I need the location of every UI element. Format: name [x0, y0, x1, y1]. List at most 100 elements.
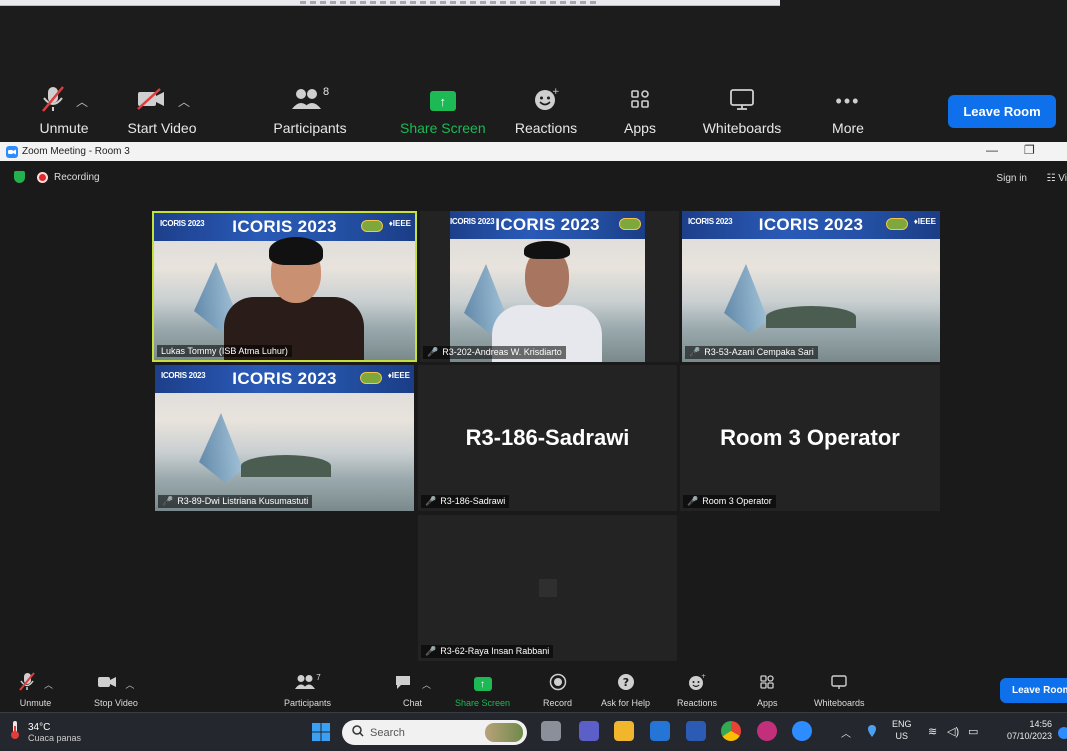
participants-button[interactable]: 7 Participants	[284, 673, 331, 708]
taskbar-search-box[interactable]: Search	[342, 720, 527, 745]
wifi-icon[interactable]: ≋	[928, 725, 937, 738]
video-tile[interactable]: Room 3 Operator 🎤 Room 3 Operator	[680, 365, 940, 511]
outer-shared-content-strip	[0, 0, 780, 6]
chrome-icon[interactable]	[721, 721, 741, 741]
share-screen-button[interactable]: ↑ Share Screen	[455, 673, 510, 708]
participants-icon	[294, 674, 316, 695]
svg-text:+: +	[701, 673, 706, 680]
recording-indicator: Recording	[14, 171, 100, 183]
participant-name-text: R3-202-Andreas W. Krisdiarto	[442, 347, 562, 357]
show-hidden-icons-chevron-icon[interactable]: ︿	[841, 725, 851, 740]
participants-icon	[291, 88, 321, 115]
meeting-gallery: Recording Sign in ☷ Vi ICORIS 2023 ICORI…	[0, 161, 1067, 670]
muted-mic-icon: 🎤	[425, 496, 437, 506]
outer-reactions-button[interactable]: + Reactions	[514, 86, 578, 137]
keyboard-layout: US	[895, 731, 909, 741]
video-camera-icon	[97, 675, 117, 694]
outer-start-video-button[interactable]: ︿ Start Video	[122, 86, 202, 136]
banner-title: ICORIS 2023	[495, 215, 600, 234]
outer-apps-label: Apps	[624, 120, 656, 136]
recording-label: Recording	[54, 171, 100, 183]
apps-button[interactable]: Apps	[757, 673, 778, 708]
outer-more-button[interactable]: ••• More	[826, 86, 870, 137]
language-indicator[interactable]: ENG US	[892, 718, 912, 742]
app-icon[interactable]	[757, 721, 777, 741]
clock[interactable]: 14:56 07/10/2023	[996, 718, 1052, 742]
whiteboards-button[interactable]: Whiteboards	[814, 673, 865, 708]
participant-name-text: Room 3 Operator	[702, 496, 772, 506]
outer-more-label: More	[832, 120, 864, 136]
outer-reactions-label: Reactions	[514, 120, 578, 136]
volume-icon[interactable]: ◁)	[947, 725, 959, 738]
video-tile[interactable]: 🎤 R3-62-Raya Insan Rabbani	[418, 515, 677, 661]
record-icon	[549, 673, 567, 696]
participant-name-text: R3-62-Raya Insan Rabbani	[440, 646, 550, 656]
event-banner: ICORIS 2023 ICORIS 2023 ♦IEEE	[154, 213, 415, 241]
participant-big-name: R3-186-Sadrawi	[465, 425, 630, 450]
battery-icon[interactable]: ▭	[968, 725, 978, 738]
ask-for-help-button[interactable]: ? Ask for Help	[601, 673, 650, 708]
maximize-button[interactable]: ❐	[1024, 143, 1035, 157]
windows-start-icon[interactable]	[312, 723, 330, 746]
video-tile[interactable]: ICORIS 2023 ICORIS 2023 🎤 R3-202-Andreas …	[420, 211, 679, 362]
outer-unmute-button[interactable]: ︿ Unmute	[24, 85, 104, 136]
chevron-up-icon[interactable]: ︿	[125, 678, 134, 691]
notification-icon[interactable]	[1058, 727, 1067, 739]
video-placeholder-icon	[538, 579, 557, 597]
whiteboard-icon	[830, 674, 848, 695]
participant-big-name: Room 3 Operator	[720, 425, 900, 450]
weather-widget[interactable]: 34°C Cuaca panas	[8, 720, 81, 745]
stop-video-button[interactable]: ︿ Stop Video	[94, 673, 138, 708]
microsoft-store-icon[interactable]	[650, 721, 670, 741]
task-view-icon[interactable]	[541, 721, 561, 741]
apps-label: Apps	[757, 698, 778, 708]
word-icon[interactable]	[686, 721, 706, 741]
minimize-button[interactable]: —	[986, 143, 998, 157]
outer-share-screen-button[interactable]: ↑ Share Screen	[400, 86, 486, 136]
smiley-plus-icon: +	[533, 86, 560, 117]
search-placeholder: Search	[370, 726, 405, 739]
participant-name: 🎤 R3-89-Dwi Listriana Kusumastuti	[158, 495, 313, 508]
location-pin-icon[interactable]	[868, 724, 876, 742]
video-tile-active-speaker[interactable]: ICORIS 2023 ICORIS 2023 ♦IEEE Lukas Tomm…	[152, 211, 417, 362]
chevron-up-icon[interactable]: ︿	[76, 93, 88, 110]
muted-mic-icon: 🎤	[162, 496, 174, 506]
help-question-icon: ?	[617, 673, 635, 696]
chevron-up-icon[interactable]: ︿	[44, 678, 53, 691]
ieee-logo: ♦IEEE	[387, 371, 410, 380]
participants-label: Participants	[284, 698, 332, 708]
outer-whiteboards-button[interactable]: Whiteboards	[700, 86, 784, 136]
garland-logo-icon	[360, 372, 382, 384]
unmute-label: Unmute	[19, 698, 52, 708]
file-explorer-icon[interactable]	[614, 721, 634, 741]
view-label: Vi	[1058, 173, 1067, 184]
teams-chat-icon[interactable]	[579, 721, 599, 741]
weather-description: Cuaca panas	[28, 732, 82, 743]
zoom-app-icon[interactable]	[792, 721, 812, 741]
reactions-button[interactable]: + Reactions	[677, 673, 717, 709]
video-tile[interactable]: ICORIS 2023 ICORIS 2023 ♦IEEE 🎤 R3-53-Aza…	[682, 211, 940, 362]
chat-button[interactable]: ︿ Chat	[394, 673, 431, 708]
weather-temperature: 34°C	[28, 721, 51, 733]
video-tile[interactable]: ICORIS 2023 ICORIS 2023 ♦IEEE 🎤 R3-89-Dwi…	[155, 365, 414, 511]
island-image	[766, 306, 856, 328]
chevron-up-icon[interactable]: ︿	[178, 93, 190, 110]
ieee-logo: ♦IEEE	[913, 217, 936, 226]
sign-in-link[interactable]: Sign in	[996, 173, 1027, 184]
unmute-button[interactable]: ︿ Unmute	[18, 671, 53, 708]
participant-name-text: R3-53-Azani Cempaka Sari	[704, 347, 814, 357]
outer-apps-button[interactable]: Apps	[620, 86, 660, 136]
chevron-up-icon[interactable]: ︿	[422, 678, 431, 691]
view-button[interactable]: ☷ Vi	[1047, 173, 1067, 184]
video-tile[interactable]: R3-186-Sadrawi 🎤 R3-186-Sadrawi	[418, 365, 677, 511]
thermometer-icon	[8, 720, 22, 745]
outer-participants-button[interactable]: 8 Participants	[272, 86, 348, 136]
shield-icon[interactable]	[14, 171, 25, 183]
event-banner: ICORIS 2023 ICORIS 2023 ♦IEEE	[682, 211, 940, 239]
apps-icon	[629, 88, 651, 115]
share-screen-icon: ↑	[473, 677, 492, 691]
zoom-logo-icon	[6, 145, 18, 158]
outer-leave-room-button[interactable]: Leave Room	[948, 95, 1056, 128]
leave-room-button[interactable]: Leave Room	[1000, 678, 1067, 703]
record-button[interactable]: Record	[543, 673, 572, 708]
